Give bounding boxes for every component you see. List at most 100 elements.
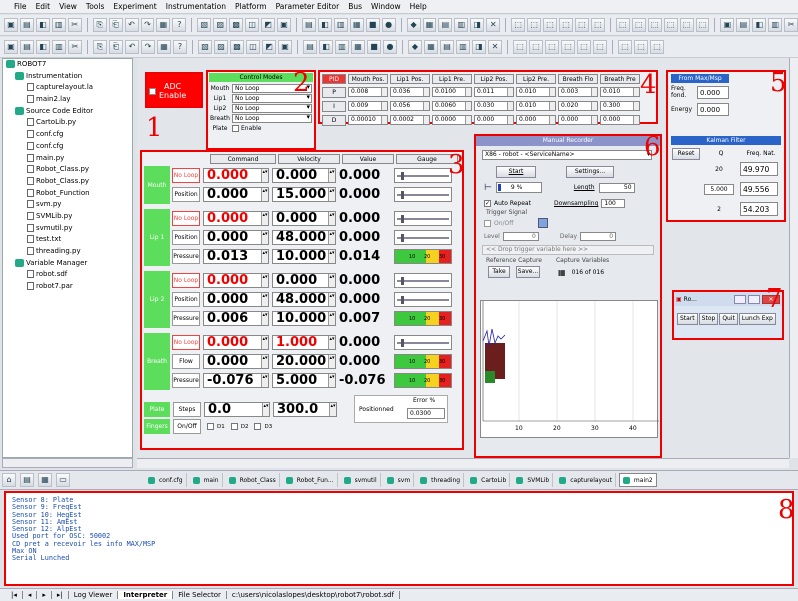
toolbar-button-icon[interactable]: ⬚ xyxy=(615,18,630,32)
editor-tab[interactable]: capturelayout xyxy=(556,473,616,487)
spinner-icon[interactable]: ▴▾ xyxy=(328,250,335,263)
toolbar-button-icon[interactable]: ⬚ xyxy=(650,40,664,54)
spinner-icon[interactable]: ▴▾ xyxy=(261,231,268,244)
toolbar-button-icon[interactable]: ▨ xyxy=(214,40,228,54)
spinner-icon[interactable] xyxy=(465,102,471,110)
control-row-mode[interactable]: Pressure xyxy=(172,249,200,264)
editor-tab[interactable]: Robot_Class xyxy=(226,473,280,487)
spinner-icon[interactable] xyxy=(549,102,555,110)
menu-help[interactable]: Help xyxy=(410,2,427,11)
toolbar-button-icon[interactable]: ▤ xyxy=(301,18,316,32)
view-icon[interactable]: ▤ xyxy=(20,473,34,487)
pid-value-input[interactable]: 0.000 xyxy=(600,115,640,125)
toolbar-button-icon[interactable]: ✂ xyxy=(68,40,82,54)
value-input[interactable]: 0.013 ▴▾ xyxy=(203,249,269,264)
toolbar-button-icon[interactable]: ▤ xyxy=(20,40,34,54)
toolbar-button-icon[interactable]: ⬚ xyxy=(634,40,648,54)
toolbar-button-icon[interactable]: ⬚ xyxy=(590,18,605,32)
menu-edit[interactable]: Edit xyxy=(36,2,51,11)
value-input[interactable]: 300.0 ▴▾ xyxy=(273,401,337,417)
fingers-mode[interactable]: On/Off xyxy=(173,419,201,434)
value-input[interactable]: 1.000 ▴▾ xyxy=(272,335,336,350)
spinner-icon[interactable] xyxy=(633,116,639,124)
value-input[interactable]: 0.0 ▴▾ xyxy=(204,401,270,417)
tree-item[interactable]: Instrumentation xyxy=(3,71,132,83)
spinner-icon[interactable]: ▴▾ xyxy=(261,274,268,287)
toolbar-button-icon[interactable]: ✕ xyxy=(486,18,501,32)
plate-mode[interactable]: Steps xyxy=(173,401,201,417)
spinner-icon[interactable] xyxy=(591,102,597,110)
pid-value-input[interactable]: 0.020 xyxy=(558,101,598,111)
spinner-icon[interactable]: ▴▾ xyxy=(328,355,335,368)
control-mode-select[interactable]: No Loop xyxy=(232,103,312,113)
toolbar-button-icon[interactable]: ◫ xyxy=(245,18,260,32)
finger-d1-checkbox[interactable] xyxy=(207,423,214,430)
toolbar-button-icon[interactable]: ▤ xyxy=(736,18,751,32)
toolbar-button-icon[interactable]: ◧ xyxy=(35,18,50,32)
pid-value-input[interactable]: 0.008 xyxy=(348,87,388,97)
toolbar-button-icon[interactable]: ? xyxy=(172,18,187,32)
menu-view[interactable]: View xyxy=(59,2,77,11)
spinner-icon[interactable] xyxy=(633,88,639,96)
spinner-icon[interactable]: ▴▾ xyxy=(328,336,335,349)
tree-item[interactable]: Source Code Editor xyxy=(3,106,132,118)
tree-root[interactable]: ROBOT7 xyxy=(3,59,132,71)
value-input[interactable]: 0.000 ▴▾ xyxy=(203,168,269,183)
pid-value-input[interactable]: 0.0000 xyxy=(432,115,472,125)
editor-tab[interactable]: threading xyxy=(417,473,465,487)
value-input[interactable]: 48.000 ▴▾ xyxy=(272,292,336,307)
toolbar-button-icon[interactable]: ● xyxy=(383,40,397,54)
toolbar-button-icon[interactable]: ▤ xyxy=(440,40,454,54)
toolbar-button-icon[interactable]: ⎘ xyxy=(92,18,107,32)
toolbar-button-icon[interactable]: ▤ xyxy=(438,18,453,32)
toolbar-button-icon[interactable]: ⬚ xyxy=(513,40,527,54)
trigger-drop-zone[interactable]: << Drop trigger variable here >> xyxy=(482,245,654,255)
spinner-icon[interactable] xyxy=(507,102,513,110)
toolbar-button-icon[interactable]: ↷ xyxy=(140,18,155,32)
tab-file-path[interactable]: c:\users\nicolaslopes\desktop\robot7\rob… xyxy=(227,591,400,599)
toolbar-button-icon[interactable]: ⬚ xyxy=(527,18,542,32)
tree-item[interactable]: svm.py xyxy=(3,199,132,211)
control-row-mode[interactable]: No Loop xyxy=(172,168,200,183)
toolbar-button-icon[interactable]: ⎘ xyxy=(93,40,107,54)
menu-parameter-editor[interactable]: Parameter Editor xyxy=(276,2,340,11)
spinner-icon[interactable]: ▴▾ xyxy=(261,336,268,349)
tree-item[interactable]: main.py xyxy=(3,153,132,165)
spinner-icon[interactable] xyxy=(381,116,387,124)
toolbar-button-icon[interactable]: ⬚ xyxy=(561,40,575,54)
editor-tab[interactable]: SVMLib xyxy=(513,473,554,487)
spinner-icon[interactable]: ▴▾ xyxy=(261,212,268,225)
spinner-icon[interactable]: ▴▾ xyxy=(262,402,269,416)
kalman-reset-button[interactable]: Reset xyxy=(672,148,700,160)
spinner-icon[interactable] xyxy=(591,88,597,96)
tree-item[interactable]: main2.lay xyxy=(3,94,132,106)
toolbar-button-icon[interactable]: ✕ xyxy=(488,40,502,54)
toolbar-button-icon[interactable]: ● xyxy=(381,18,396,32)
pid-value-input[interactable]: 0.0002 xyxy=(390,115,430,125)
editor-tab[interactable]: svmutil xyxy=(341,473,381,487)
spinner-icon[interactable]: ▴▾ xyxy=(328,274,335,287)
tree-item[interactable]: robot.sdf xyxy=(3,269,132,281)
value-input[interactable]: 48.000 ▴▾ xyxy=(272,230,336,245)
menu-tools[interactable]: Tools xyxy=(86,2,104,11)
pid-value-input[interactable]: 0.300 xyxy=(600,101,640,111)
toolbar-button-icon[interactable]: ⬚ xyxy=(529,40,543,54)
toolbar-button-icon[interactable]: ▥ xyxy=(456,40,470,54)
toolbar-button-icon[interactable]: ◆ xyxy=(406,18,421,32)
spinner-icon[interactable]: ▴▾ xyxy=(328,231,335,244)
value-input[interactable]: 0.000 ▴▾ xyxy=(272,168,336,183)
toolbar-button-icon[interactable]: ↶ xyxy=(124,18,139,32)
spinner-icon[interactable]: ▴▾ xyxy=(328,188,335,201)
menu-instrumentation[interactable]: Instrumentation xyxy=(166,2,226,11)
mini-stop-button[interactable]: Stop xyxy=(698,313,719,325)
spinner-icon[interactable] xyxy=(507,88,513,96)
control-mode-select[interactable]: No Loop xyxy=(232,113,312,123)
auto-repeat-checkbox[interactable]: ✓ xyxy=(484,200,491,207)
menu-window[interactable]: Window xyxy=(371,2,401,11)
pid-value-input[interactable]: 0.003 xyxy=(558,87,598,97)
plate-enable-checkbox[interactable] xyxy=(232,124,239,132)
toolbar-button-icon[interactable]: ◩ xyxy=(261,18,275,32)
toolbar-button-icon[interactable]: ⬚ xyxy=(593,40,607,54)
interpreter-console[interactable]: Sensor 8: Plate Sensor 9: FreqEst Sensor 1… xyxy=(4,491,794,586)
pid-value-input[interactable]: 0.000 xyxy=(474,115,514,125)
